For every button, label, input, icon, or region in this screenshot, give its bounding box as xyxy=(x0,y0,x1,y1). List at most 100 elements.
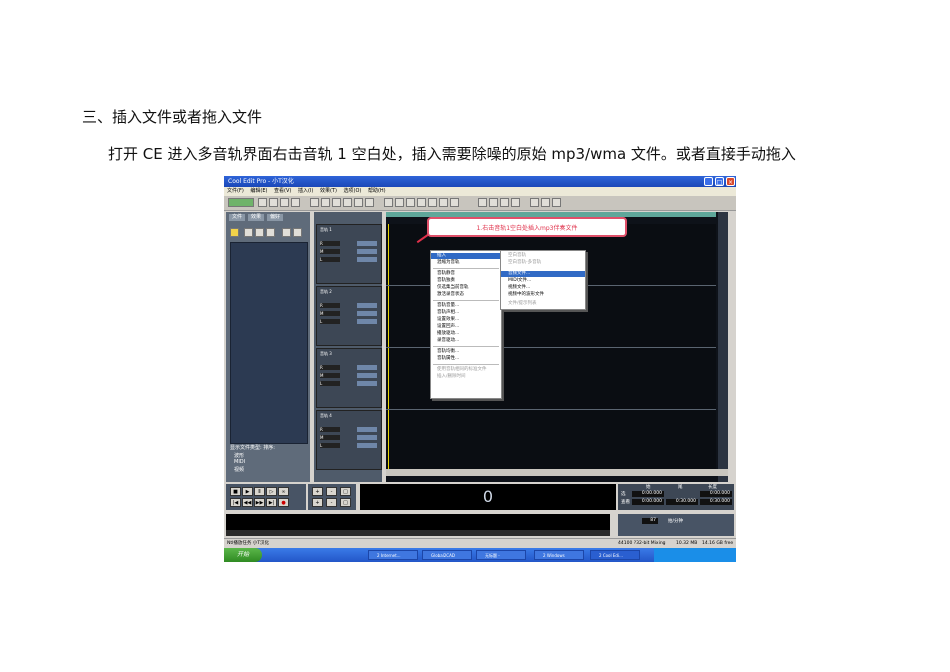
fast-forward-button[interactable]: ▶▶ xyxy=(254,498,265,507)
submenu-item[interactable]: 空白音轨 xyxy=(501,253,585,259)
context-item[interactable]: 仅选集当前音轨 xyxy=(431,285,501,291)
context-item[interactable]: 音轨均衡... xyxy=(431,349,501,355)
sel-length[interactable]: 0:00.000 xyxy=(700,491,732,497)
record-toggle[interactable]: R xyxy=(320,303,340,308)
play-from-cursor-button[interactable]: ▷ xyxy=(266,487,277,496)
toolbar-button[interactable] xyxy=(511,198,520,207)
toolbar-button[interactable] xyxy=(395,198,404,207)
toolbar-button[interactable] xyxy=(406,198,415,207)
view-length[interactable]: 0:30.000 xyxy=(700,499,732,505)
mute-toggle[interactable]: M xyxy=(320,373,340,378)
view-begin[interactable]: 0:00.000 xyxy=(632,499,664,505)
submenu-item-audio-file[interactable]: 音频文件... xyxy=(501,271,585,277)
sel-begin[interactable]: 0:00.000 xyxy=(632,491,664,497)
task-button[interactable]: 2 Internet... xyxy=(368,550,418,560)
lock-toggle[interactable]: L xyxy=(320,443,340,448)
record-toggle[interactable]: R xyxy=(320,427,340,432)
toolbar-button[interactable] xyxy=(269,198,278,207)
toolbar-button[interactable] xyxy=(450,198,459,207)
go-to-end-button[interactable]: ▶| xyxy=(266,498,277,507)
track-button[interactable] xyxy=(357,319,377,324)
play-button[interactable]: ▶ xyxy=(242,487,253,496)
toolbar-button[interactable] xyxy=(354,198,363,207)
organizer-button[interactable] xyxy=(255,228,264,237)
tab-effects[interactable]: 效果 xyxy=(248,214,265,221)
mute-toggle[interactable]: M xyxy=(320,249,340,254)
submenu-item[interactable]: MIDI文件... xyxy=(501,278,585,284)
organizer-button[interactable] xyxy=(282,228,291,237)
task-button[interactable]: 2 Windows xyxy=(534,550,584,560)
menu-help[interactable]: 帮助(H) xyxy=(368,188,386,194)
track-button[interactable] xyxy=(357,241,377,246)
filter-video[interactable]: 视频 xyxy=(234,466,244,473)
tab-favorites[interactable]: 偏好 xyxy=(267,214,284,221)
loop-button[interactable]: ∞ xyxy=(278,487,289,496)
toolbar-button[interactable] xyxy=(310,198,319,207)
toolbar-button[interactable] xyxy=(417,198,426,207)
maximize-icon[interactable]: □ xyxy=(715,177,724,186)
file-list[interactable] xyxy=(230,242,308,444)
context-item[interactable]: 插入/删除时间 xyxy=(431,374,501,380)
pause-button[interactable]: Ⅱ xyxy=(254,487,265,496)
track-button[interactable] xyxy=(357,427,377,432)
close-icon[interactable]: × xyxy=(726,177,735,186)
toolbar-button[interactable] xyxy=(291,198,300,207)
mode-toggle-button[interactable] xyxy=(228,198,254,207)
filter-wave[interactable]: 波形 xyxy=(234,452,244,459)
zoom-selection-icon[interactable]: + xyxy=(312,498,323,507)
toolbar-button[interactable] xyxy=(489,198,498,207)
toolbar-button[interactable] xyxy=(332,198,341,207)
context-item[interactable]: 设置效果... xyxy=(431,317,501,323)
track-button[interactable] xyxy=(357,365,377,370)
track-button[interactable] xyxy=(357,381,377,386)
open-folder-icon[interactable] xyxy=(230,228,239,237)
lock-toggle[interactable]: L xyxy=(320,257,340,262)
toolbar-button[interactable] xyxy=(321,198,330,207)
context-item[interactable]: 使用音轨相同的标准文件 xyxy=(431,367,501,373)
toolbar-button[interactable] xyxy=(343,198,352,207)
context-item[interactable]: 音轨独奏 xyxy=(431,278,501,284)
track-button[interactable] xyxy=(357,373,377,378)
toolbar-button[interactable] xyxy=(552,198,561,207)
record-button[interactable]: ● xyxy=(278,498,289,507)
mute-toggle[interactable]: M xyxy=(320,311,340,316)
submenu-item[interactable]: 空白音轨-多音轨 xyxy=(501,260,585,266)
track-button[interactable] xyxy=(357,257,377,262)
toolbar-button[interactable] xyxy=(500,198,509,207)
filter-midi[interactable]: MIDI xyxy=(234,459,245,465)
tab-files[interactable]: 文件 xyxy=(229,214,246,221)
zoom-in-icon[interactable]: + xyxy=(312,487,323,496)
zoom-left-icon[interactable]: - xyxy=(326,498,337,507)
zoom-out-icon[interactable]: - xyxy=(326,487,337,496)
mute-toggle[interactable]: M xyxy=(320,435,340,440)
view-end[interactable]: 0:30.000 xyxy=(666,499,698,505)
toolbar-button[interactable] xyxy=(258,198,267,207)
menu-insert[interactable]: 插入(I) xyxy=(298,188,313,194)
organizer-button[interactable] xyxy=(266,228,275,237)
lock-toggle[interactable]: L xyxy=(320,319,340,324)
context-item[interactable]: 音轨属性... xyxy=(431,356,501,362)
menu-options[interactable]: 选项(O) xyxy=(344,188,362,194)
minimize-icon[interactable]: _ xyxy=(704,177,713,186)
zoom-full-icon[interactable]: □ xyxy=(340,487,351,496)
organizer-button[interactable] xyxy=(293,228,302,237)
menu-edit[interactable]: 编辑(E) xyxy=(250,188,267,194)
menu-view[interactable]: 查看(V) xyxy=(274,188,291,194)
context-item[interactable]: 设置回声... xyxy=(431,324,501,330)
toolbar-button[interactable] xyxy=(428,198,437,207)
toolbar-button[interactable] xyxy=(384,198,393,207)
record-toggle[interactable]: R xyxy=(320,365,340,370)
context-item-insert[interactable]: 插入 xyxy=(431,253,501,259)
lock-toggle[interactable]: L xyxy=(320,381,340,386)
context-item[interactable]: 录音驱动... xyxy=(431,338,501,344)
start-button[interactable]: 开始 xyxy=(224,548,262,562)
track-button[interactable] xyxy=(357,443,377,448)
task-button[interactable]: Global2CAD xyxy=(422,550,472,560)
toolbar-button[interactable] xyxy=(541,198,550,207)
submenu-item[interactable]: 文件/提示列表 xyxy=(501,301,585,307)
submenu-item[interactable]: 视频中的波形文件 xyxy=(501,292,585,298)
context-item[interactable]: 混缩为音轨 xyxy=(431,260,501,266)
record-toggle[interactable]: R xyxy=(320,241,340,246)
context-item[interactable]: 播放驱动... xyxy=(431,331,501,337)
track-button[interactable] xyxy=(357,435,377,440)
